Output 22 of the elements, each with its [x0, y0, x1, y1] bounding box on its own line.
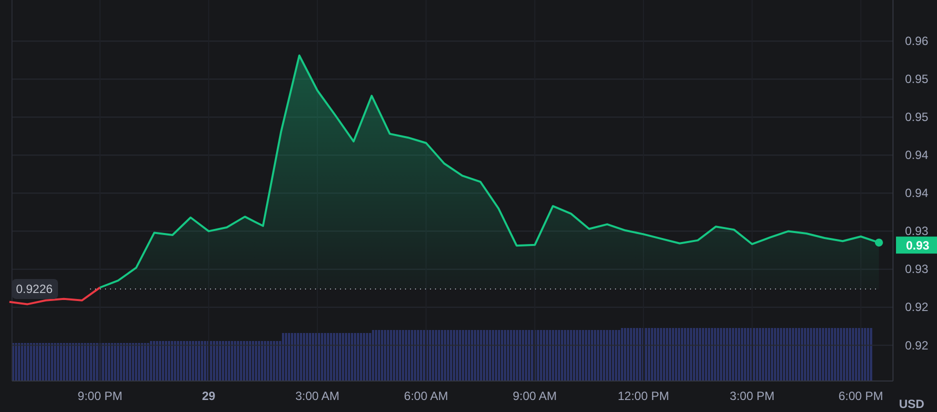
currency-label: USD: [899, 397, 924, 411]
y-axis-label: 0.94: [905, 148, 928, 162]
x-axis-label: 12:00 PM: [618, 389, 670, 403]
y-axis-label: 0.92: [905, 300, 928, 314]
x-axis-label: 6:00 PM: [838, 389, 884, 403]
x-axis-label: 9:00 AM: [512, 389, 557, 403]
baseline-label: 0.9226: [12, 278, 58, 299]
x-axis-label: 3:00 AM: [295, 389, 340, 403]
y-axis-label: 0.95: [905, 72, 928, 86]
y-axis-label: 0.93: [905, 224, 928, 238]
y-axis-label: 0.95: [905, 110, 928, 124]
x-axis-label: 9:00 PM: [78, 389, 122, 403]
price-dot: [874, 238, 883, 247]
x-axis-label: 3:00 PM: [730, 389, 774, 403]
y-axis-label: 0.93: [905, 262, 928, 276]
y-axis-label: 0.96: [905, 34, 928, 48]
x-axis-label: 6:00 AM: [404, 389, 448, 403]
y-axis-label: 0.94: [905, 186, 928, 200]
y-axis-label: 0.92: [905, 338, 928, 352]
current-price-badge: 0.93: [896, 236, 937, 254]
x-axis-label: 29: [202, 389, 216, 403]
ref-line-label: 0.9226: [16, 282, 54, 296]
